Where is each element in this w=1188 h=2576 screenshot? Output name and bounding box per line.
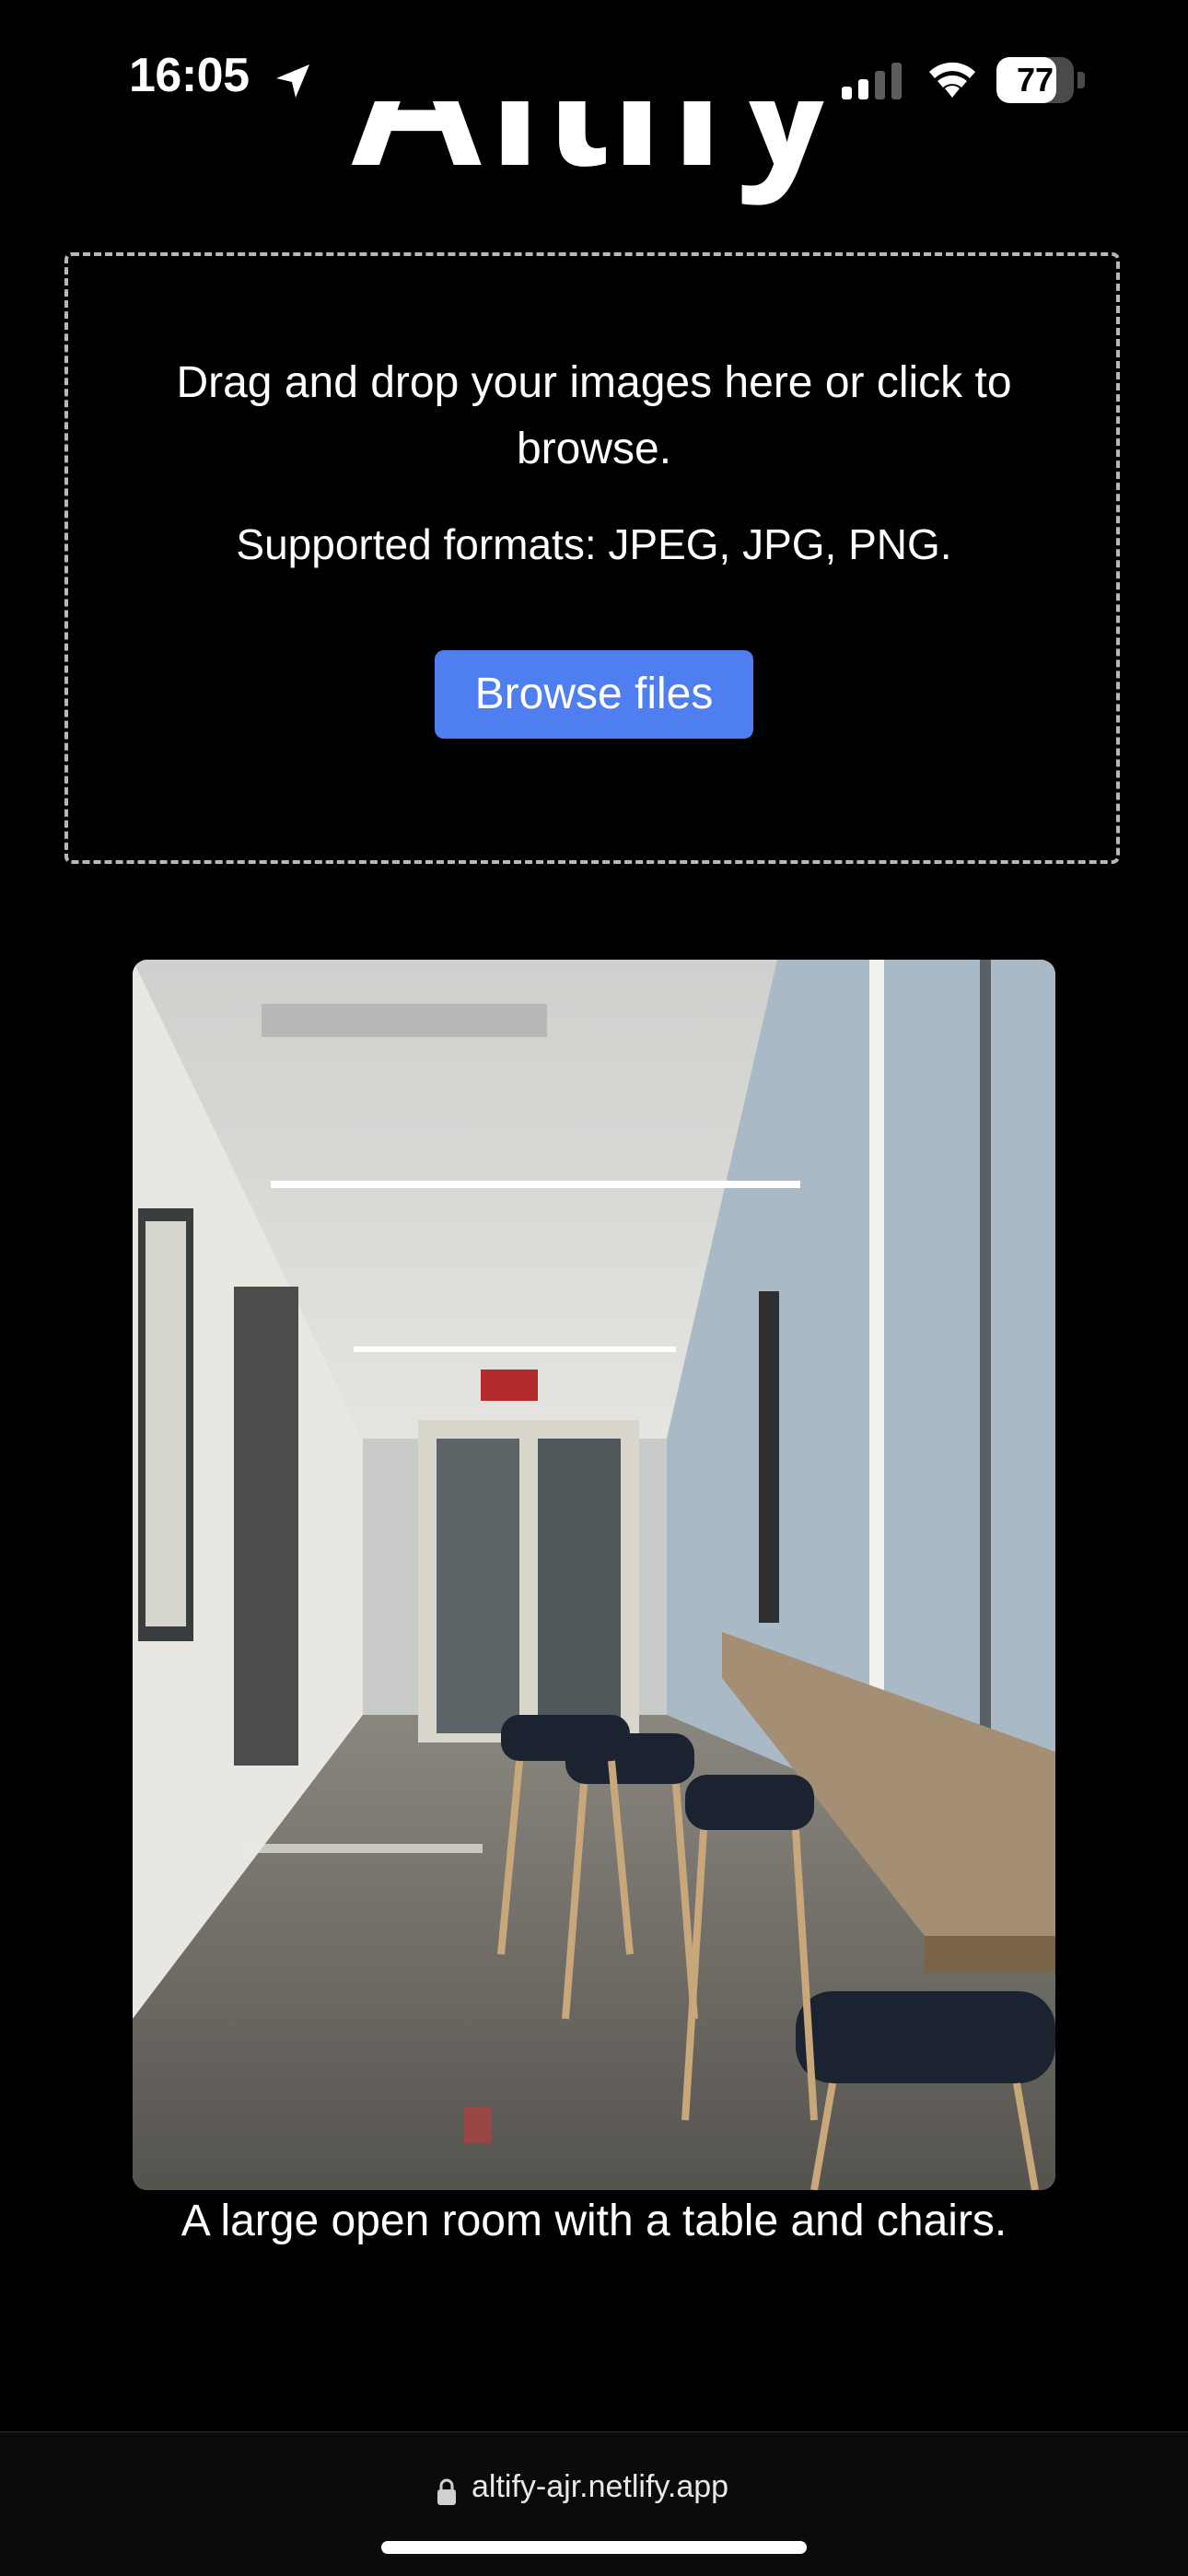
url-text[interactable]: altify-ajr.netlify.app: [472, 2469, 728, 2505]
supported-formats: Supported formats: JPEG, JPG, PNG.: [236, 520, 952, 568]
app-logo-area: Altify: [0, 101, 1188, 217]
browser-address-bar[interactable]: altify-ajr.netlify.app: [0, 2431, 1188, 2576]
wifi-icon: [929, 62, 975, 98]
battery-level: 77: [1016, 61, 1054, 99]
battery-icon: 77: [996, 57, 1085, 103]
drop-instructions: Drag and drop your images here or click …: [176, 358, 1012, 473]
cellular-signal-icon: [842, 63, 902, 99]
hallway-photo: [133, 960, 1055, 2190]
browse-files-button[interactable]: Browse files: [435, 650, 753, 739]
status-time: 16:05: [129, 49, 250, 102]
app-logo: Altify: [0, 101, 1188, 195]
image-caption: A large open room with a table and chair…: [181, 2197, 1007, 2245]
location-arrow-icon: [276, 64, 309, 98]
lock-icon: [437, 2478, 456, 2505]
uploaded-image: [133, 960, 1055, 2190]
home-indicator[interactable]: [381, 2541, 807, 2554]
